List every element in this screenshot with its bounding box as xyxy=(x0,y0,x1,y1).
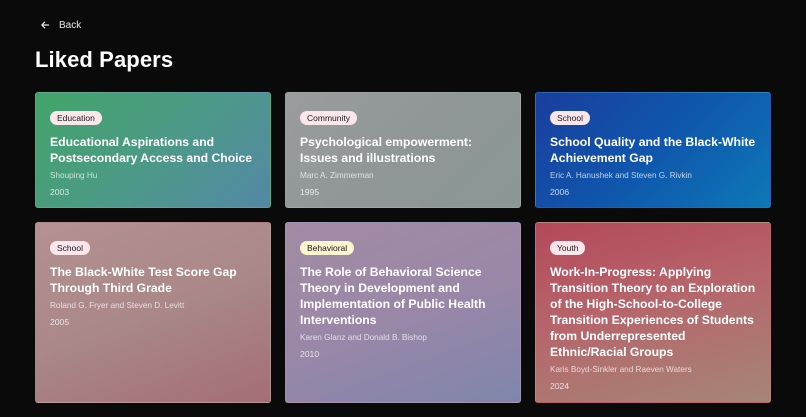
papers-grid: Education Educational Aspirations and Po… xyxy=(35,92,771,403)
paper-authors: Roland G. Fryer and Steven D. Levitt xyxy=(50,301,185,310)
paper-year: 2005 xyxy=(50,317,70,327)
paper-authors: Eric A. Hanushek and Steven G. Rivkin xyxy=(550,171,692,180)
paper-year: 2010 xyxy=(300,349,320,359)
paper-card[interactable]: Community Psychological empowerment: Iss… xyxy=(285,92,521,208)
paper-authors: Shouping Hu xyxy=(50,171,98,180)
category-badge: Education xyxy=(50,111,102,125)
paper-card[interactable]: Education Educational Aspirations and Po… xyxy=(35,92,271,208)
liked-papers-page: Back Liked Papers Education Educational … xyxy=(0,0,806,417)
category-badge: School xyxy=(50,241,90,255)
paper-title: Educational Aspirations and Postsecondar… xyxy=(50,135,253,165)
category-badge: Youth xyxy=(550,241,586,255)
paper-authors: Karis Boyd-Sinkler and Raeven Waters xyxy=(550,365,692,374)
page-title: Liked Papers xyxy=(35,47,174,72)
paper-title: Psychological empowerment: Issues and il… xyxy=(300,135,473,165)
paper-year: 2024 xyxy=(550,381,570,391)
paper-year: 1995 xyxy=(300,187,320,197)
paper-title: School Quality and the Black-White Achie… xyxy=(550,135,756,165)
back-button[interactable]: Back xyxy=(40,16,81,34)
paper-year: 2003 xyxy=(50,187,70,197)
paper-authors: Marc A. Zimmerman xyxy=(300,171,374,180)
paper-card[interactable]: School School Quality and the Black-Whit… xyxy=(535,92,771,208)
category-badge: Behavioral xyxy=(300,241,355,255)
paper-title: Work-In-Progress: Applying Transition Th… xyxy=(550,265,756,359)
paper-title: The Role of Behavioral Science Theory in… xyxy=(300,265,486,327)
paper-authors: Karen Glanz and Donald B. Bishop xyxy=(300,333,427,342)
paper-title: The Black-White Test Score Gap Through T… xyxy=(50,265,237,295)
category-badge: Community xyxy=(300,111,357,125)
paper-card[interactable]: Youth Work-In-Progress: Applying Transit… xyxy=(535,222,771,403)
paper-card[interactable]: Behavioral The Role of Behavioral Scienc… xyxy=(285,222,521,403)
paper-year: 2006 xyxy=(550,187,570,197)
category-badge: School xyxy=(550,111,590,125)
paper-card[interactable]: School The Black-White Test Score Gap Th… xyxy=(35,222,271,403)
back-label: Back xyxy=(59,19,82,31)
arrow-left-icon xyxy=(40,20,50,30)
